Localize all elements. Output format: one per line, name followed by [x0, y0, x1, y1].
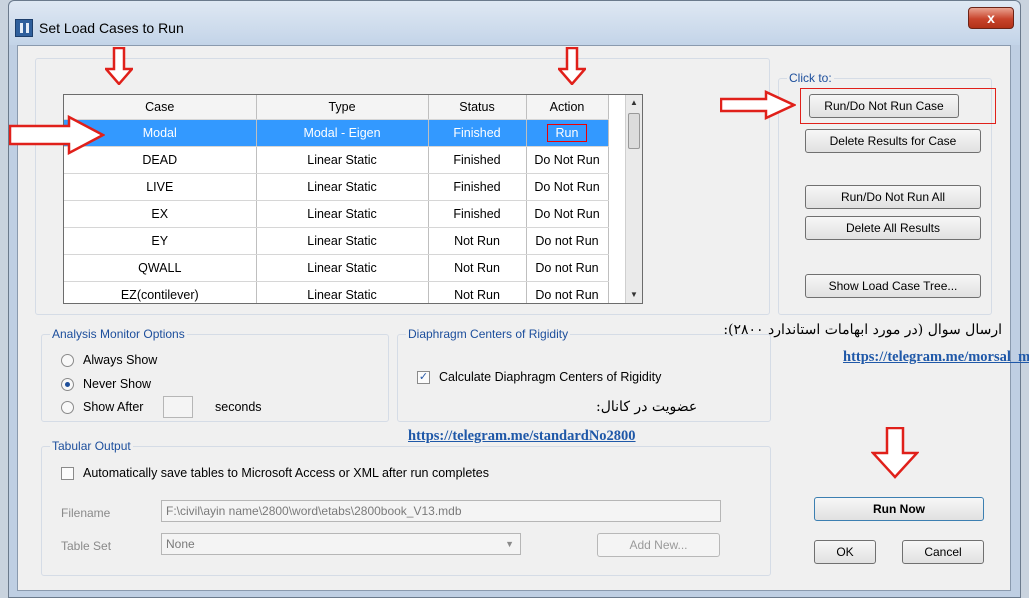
- never-show-option[interactable]: Never Show: [61, 377, 151, 391]
- ok-button[interactable]: OK: [814, 540, 876, 564]
- status-cell[interactable]: Finished: [428, 173, 527, 201]
- down-arrow-case-icon: [105, 47, 133, 85]
- show-after-option[interactable]: Show After: [61, 400, 143, 414]
- type-cell[interactable]: Linear Static: [256, 173, 429, 201]
- status-cell[interactable]: Finished: [428, 200, 527, 228]
- always-show-label: Always Show: [83, 353, 158, 367]
- seconds-label: seconds: [215, 400, 262, 414]
- table-row[interactable]: Modal Modal - Eigen Finished Run: [64, 119, 625, 147]
- action-cell[interactable]: Do not Run: [526, 281, 609, 303]
- type-cell[interactable]: Linear Static: [256, 200, 429, 228]
- scroll-up-icon[interactable]: ▲: [626, 95, 642, 111]
- grid-header-row: Case Type Status Action: [64, 95, 625, 120]
- table-set-select[interactable]: None ▼: [161, 533, 521, 555]
- auto-save-label: Automatically save tables to Microsoft A…: [83, 466, 489, 480]
- type-cell[interactable]: Linear Static: [256, 227, 429, 255]
- add-new-button[interactable]: Add New...: [597, 533, 720, 557]
- run-do-not-run-all-button[interactable]: Run/Do Not Run All: [805, 185, 981, 209]
- etabs-app-icon: [15, 19, 33, 37]
- action-cell[interactable]: Do not Run: [526, 254, 609, 282]
- auto-save-checkbox[interactable]: [61, 466, 74, 480]
- dialog-body: Case Type Status Action Modal Modal - Ei…: [17, 45, 1029, 591]
- dialog-window: Set Load Cases to Run x Case Type Status…: [8, 0, 1029, 598]
- action-cell[interactable]: Do Not Run: [526, 200, 609, 228]
- show-after-radio[interactable]: [61, 400, 74, 414]
- always-show-option[interactable]: Always Show: [61, 353, 157, 367]
- calculate-diaphragm-option[interactable]: ✓ Calculate Diaphragm Centers of Rigidit…: [417, 370, 661, 384]
- show-after-seconds-input[interactable]: [163, 396, 193, 418]
- click-to-label: Click to:: [787, 71, 834, 85]
- case-cell[interactable]: EY: [64, 227, 257, 255]
- title-bar: Set Load Cases to Run x: [9, 1, 1020, 45]
- column-header-status[interactable]: Status: [428, 95, 527, 120]
- type-cell[interactable]: Linear Static: [256, 254, 429, 282]
- column-header-type[interactable]: Type: [256, 95, 429, 120]
- table-row[interactable]: LIVE Linear Static Finished Do Not Run: [64, 173, 625, 201]
- question-text: ارسال سوال (در مورد ابهامات استاندارد ۲۸…: [723, 322, 1002, 338]
- question-link[interactable]: https://telegram.me/morsal_mottaghi: [843, 349, 1029, 366]
- auto-save-option[interactable]: Automatically save tables to Microsoft A…: [61, 466, 489, 480]
- filename-input[interactable]: F:\civil\ayin name\2800\word\etabs\2800b…: [161, 500, 721, 522]
- status-cell[interactable]: Finished: [428, 119, 527, 147]
- status-cell[interactable]: Not Run: [428, 281, 527, 303]
- action-cell[interactable]: Run: [526, 119, 609, 147]
- table-row[interactable]: EY Linear Static Not Run Do not Run: [64, 227, 625, 255]
- analysis-monitor-label: Analysis Monitor Options: [50, 327, 187, 341]
- table-set-label: Table Set: [61, 539, 112, 553]
- highlight-box: [800, 88, 996, 124]
- channel-text: عضویت در کانال:: [596, 399, 698, 415]
- type-cell[interactable]: Linear Static: [256, 281, 429, 303]
- run-now-button[interactable]: Run Now: [814, 497, 984, 521]
- case-cell[interactable]: EZ(contilever): [64, 281, 257, 303]
- delete-results-for-case-button[interactable]: Delete Results for Case: [805, 129, 981, 153]
- diaphragm-label: Diaphragm Centers of Rigidity: [406, 327, 571, 341]
- tabular-output-label: Tabular Output: [50, 439, 133, 453]
- down-arrow-run-now-icon: [871, 427, 919, 479]
- table-set-value: None: [166, 537, 195, 551]
- close-button[interactable]: x: [968, 7, 1014, 29]
- case-cell[interactable]: EX: [64, 200, 257, 228]
- action-cell[interactable]: Do not Run: [526, 227, 609, 255]
- table-row[interactable]: DEAD Linear Static Finished Do Not Run: [64, 146, 625, 174]
- type-cell[interactable]: Modal - Eigen: [256, 119, 429, 147]
- right-arrow-button-icon: [720, 90, 796, 120]
- always-show-radio[interactable]: [61, 353, 74, 367]
- case-cell[interactable]: QWALL: [64, 254, 257, 282]
- column-header-action[interactable]: Action: [526, 95, 609, 120]
- chevron-down-icon[interactable]: ▼: [505, 534, 514, 554]
- show-after-label: Show After: [83, 400, 144, 414]
- table-row[interactable]: EZ(contilever) Linear Static Not Run Do …: [64, 281, 625, 303]
- status-cell[interactable]: Not Run: [428, 227, 527, 255]
- never-show-label: Never Show: [83, 377, 152, 391]
- table-row[interactable]: EX Linear Static Finished Do Not Run: [64, 200, 625, 228]
- never-show-radio[interactable]: [61, 377, 74, 391]
- action-value-highlighted: Run: [546, 123, 588, 142]
- calculate-diaphragm-checkbox[interactable]: ✓: [417, 370, 430, 384]
- down-arrow-action-icon: [558, 47, 586, 85]
- status-cell[interactable]: Not Run: [428, 254, 527, 282]
- filename-label: Filename: [61, 506, 111, 520]
- grid-vertical-scrollbar[interactable]: ▲ ▼: [625, 95, 642, 303]
- delete-all-results-button[interactable]: Delete All Results: [805, 216, 981, 240]
- window-title: Set Load Cases to Run: [39, 20, 184, 36]
- type-cell[interactable]: Linear Static: [256, 146, 429, 174]
- scroll-thumb[interactable]: [628, 113, 640, 149]
- cancel-button[interactable]: Cancel: [902, 540, 984, 564]
- calculate-diaphragm-label: Calculate Diaphragm Centers of Rigidity: [439, 370, 662, 384]
- table-row[interactable]: QWALL Linear Static Not Run Do not Run: [64, 254, 625, 282]
- case-cell[interactable]: LIVE: [64, 173, 257, 201]
- scroll-down-icon[interactable]: ▼: [626, 287, 642, 303]
- show-load-case-tree-button[interactable]: Show Load Case Tree...: [805, 274, 981, 298]
- right-arrow-row-icon: [9, 115, 105, 155]
- action-cell[interactable]: Do Not Run: [526, 146, 609, 174]
- action-cell[interactable]: Do Not Run: [526, 173, 609, 201]
- status-cell[interactable]: Finished: [428, 146, 527, 174]
- load-cases-grid[interactable]: Case Type Status Action Modal Modal - Ei…: [63, 94, 643, 304]
- channel-link[interactable]: https://telegram.me/standardNo2800: [408, 428, 636, 445]
